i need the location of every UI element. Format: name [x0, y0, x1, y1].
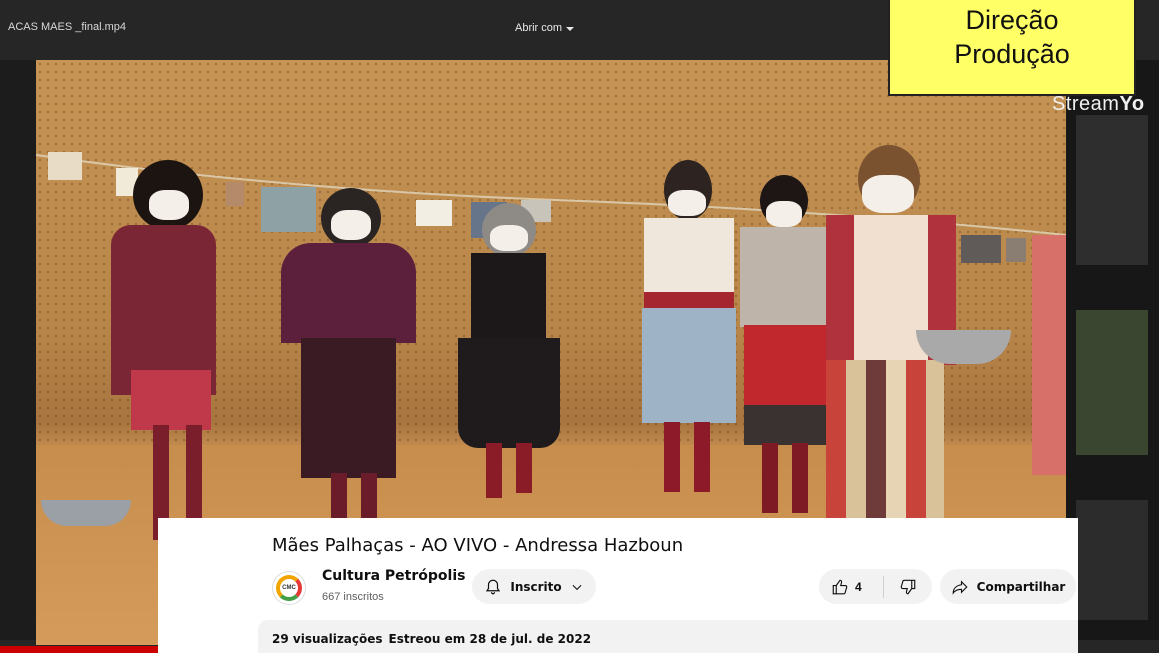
- thumbnail[interactable]: [1076, 115, 1148, 265]
- thumbs-down-icon: [900, 579, 916, 594]
- hanging-cloth: [1032, 235, 1066, 475]
- open-with-label: Abrir com: [515, 22, 563, 34]
- performer: [446, 203, 571, 563]
- channel-avatar[interactable]: CMC: [272, 571, 306, 605]
- credit-line-direction: Direção: [965, 5, 1059, 35]
- credit-box: Direção Produção: [888, 0, 1136, 96]
- share-button[interactable]: Compartilhar: [940, 569, 1076, 604]
- subscribed-button[interactable]: Inscrito: [472, 569, 596, 604]
- subscriber-count: 667 inscritos: [322, 591, 384, 603]
- thumbnail[interactable]: [1076, 500, 1148, 620]
- share-label: Compartilhar: [976, 579, 1066, 594]
- channel-name[interactable]: Cultura Petrópolis: [322, 568, 465, 584]
- like-dislike-group: 4: [819, 569, 932, 604]
- credit-line-production: Produção: [954, 39, 1070, 69]
- streamyard-watermark: StreamYo: [1052, 93, 1145, 115]
- video-title: Mães Palhaças - AO VIVO - Andressa Hazbo…: [272, 535, 684, 556]
- subscribed-label: Inscrito: [510, 579, 562, 594]
- chevron-down-icon: [572, 584, 582, 590]
- prop-pan: [41, 500, 131, 526]
- open-with-button[interactable]: Abrir com: [507, 18, 582, 38]
- premiere-date: Estreou em 28 de jul. de 2022: [388, 632, 592, 646]
- file-name: ACAS MAES _final.mp4: [8, 21, 126, 33]
- chevron-down-icon: [566, 26, 575, 31]
- description-box[interactable]: 29 visualizações Estreou em 28 de jul. d…: [258, 620, 1078, 653]
- video-info-panel: Mães Palhaças - AO VIVO - Andressa Hazbo…: [158, 518, 1078, 653]
- like-button[interactable]: 4: [819, 569, 883, 604]
- thumbs-up-icon: [832, 579, 848, 594]
- bell-icon: [486, 579, 501, 594]
- share-icon: [952, 579, 968, 595]
- thumbnail[interactable]: [1076, 310, 1148, 455]
- progress-bar[interactable]: [0, 646, 160, 653]
- view-count: 29 visualizações: [272, 632, 383, 646]
- like-count: 4: [855, 579, 862, 594]
- right-thumbnail-column: [1066, 60, 1159, 640]
- performer: [634, 160, 744, 560]
- channel-logo: CMC: [276, 575, 302, 601]
- left-sidebar-strip: [0, 60, 36, 640]
- dislike-button[interactable]: [884, 569, 932, 604]
